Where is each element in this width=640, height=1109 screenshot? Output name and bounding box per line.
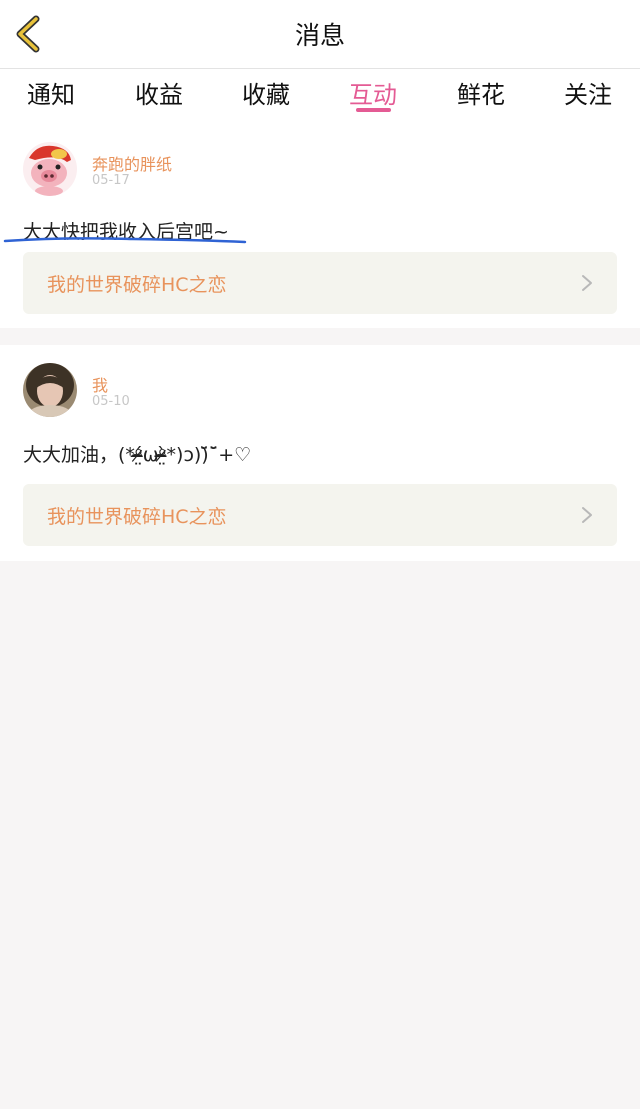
- tab-bar: 通知 收益 收藏 互动 鲜花 关注: [0, 69, 640, 124]
- pig-cartoon-avatar: [23, 142, 77, 196]
- book-link[interactable]: 我的世界破碎HC之恋: [23, 252, 617, 314]
- username[interactable]: 我: [92, 372, 108, 396]
- tab-favorites[interactable]: 收藏: [221, 75, 311, 110]
- message-date: 05-17: [92, 173, 130, 188]
- message-card: 奔跑的胖纸 05-17 大大快把我收入后宫吧~ 我的世界破碎HC之恋: [0, 124, 640, 328]
- tab-earnings[interactable]: 收益: [114, 75, 204, 110]
- avatar[interactable]: [23, 142, 77, 196]
- avatar[interactable]: [23, 363, 77, 417]
- comment-text: 大大加油，(*ᵒ̴̶̷̤́ωᵒ̴̶̷̤̀*)ɔ))̆̈ˉ̈̆+♡: [23, 444, 252, 466]
- book-link[interactable]: 我的世界破碎HC之恋: [23, 484, 617, 546]
- chevron-right-icon: [582, 507, 592, 523]
- chevron-right-icon: [582, 275, 592, 291]
- page-title: 消息: [294, 21, 345, 50]
- message-date: 05-10: [92, 394, 130, 409]
- active-tab-indicator: [356, 108, 391, 112]
- tab-flowers[interactable]: 鲜花: [436, 75, 526, 110]
- book-title: 我的世界破碎HC之恋: [47, 274, 227, 296]
- tab-interaction[interactable]: 互动: [328, 75, 418, 110]
- tab-notifications[interactable]: 通知: [6, 75, 96, 110]
- username[interactable]: 奔跑的胖纸: [92, 151, 172, 175]
- tab-following[interactable]: 关注: [543, 75, 633, 110]
- header-bar: 消息: [0, 0, 640, 69]
- book-title: 我的世界破碎HC之恋: [47, 506, 227, 528]
- message-card: 我 05-10 大大加油，(*ᵒ̴̶̷̤́ωᵒ̴̶̷̤̀*)ɔ))̆̈ˉ̈̆+♡…: [0, 345, 640, 561]
- comment-text: 大大快把我收入后宫吧~: [23, 221, 229, 243]
- girl-photo-avatar: [23, 363, 77, 417]
